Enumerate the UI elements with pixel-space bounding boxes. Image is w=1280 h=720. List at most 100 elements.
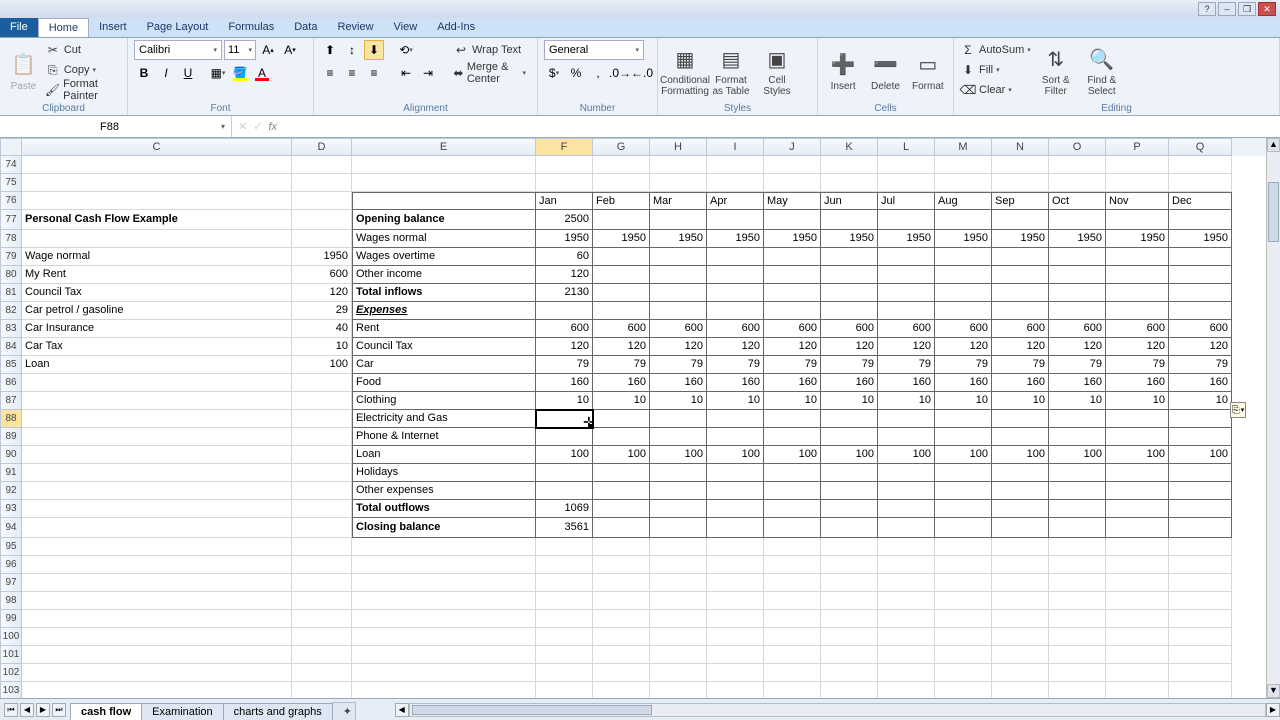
cell[interactable] xyxy=(22,174,292,192)
cell[interactable] xyxy=(935,302,992,320)
cell[interactable]: Jul xyxy=(878,192,935,210)
cell[interactable] xyxy=(935,248,992,266)
fill-button[interactable]: ⬇Fill▾ xyxy=(960,60,1031,80)
cell[interactable] xyxy=(992,556,1049,574)
cell[interactable] xyxy=(1049,266,1106,284)
cell[interactable] xyxy=(536,556,593,574)
cell[interactable] xyxy=(1049,210,1106,230)
restore-button[interactable]: ❐ xyxy=(1238,2,1256,16)
cell[interactable] xyxy=(935,266,992,284)
cell[interactable]: 120 xyxy=(707,338,764,356)
tab-page-layout[interactable]: Page Layout xyxy=(137,18,219,37)
cell[interactable] xyxy=(878,664,935,682)
cell[interactable] xyxy=(536,664,593,682)
cell[interactable] xyxy=(992,156,1049,174)
cell[interactable]: 79 xyxy=(878,356,935,374)
comma-icon[interactable]: , xyxy=(588,63,608,83)
cell[interactable] xyxy=(22,500,292,518)
cell[interactable]: 100 xyxy=(536,446,593,464)
cell[interactable] xyxy=(1169,556,1232,574)
insert-cells-button[interactable]: ➕Insert xyxy=(824,40,862,102)
cell[interactable] xyxy=(1106,518,1169,538)
cell[interactable] xyxy=(992,266,1049,284)
italic-button[interactable]: I xyxy=(156,63,176,83)
cell[interactable]: 10 xyxy=(821,392,878,410)
cell[interactable]: Car Tax xyxy=(22,338,292,356)
cell[interactable] xyxy=(764,266,821,284)
cell[interactable] xyxy=(536,610,593,628)
cell[interactable] xyxy=(992,248,1049,266)
cell-styles-button[interactable]: ▣Cell Styles xyxy=(756,40,798,102)
next-sheet-icon[interactable]: ▶ xyxy=(36,703,50,717)
tab-view[interactable]: View xyxy=(384,18,428,37)
cell[interactable] xyxy=(536,302,593,320)
cell[interactable]: 600 xyxy=(292,266,352,284)
cell[interactable]: 79 xyxy=(1169,356,1232,374)
cell[interactable] xyxy=(1106,574,1169,592)
cell[interactable]: 1069 xyxy=(536,500,593,518)
cell[interactable] xyxy=(22,482,292,500)
cell[interactable]: 160 xyxy=(707,374,764,392)
cell[interactable] xyxy=(1049,464,1106,482)
accounting-icon[interactable]: $▾ xyxy=(544,63,564,83)
cell[interactable]: 29 xyxy=(292,302,352,320)
cell[interactable] xyxy=(1049,482,1106,500)
cell[interactable]: 600 xyxy=(1106,320,1169,338)
scroll-right-icon[interactable]: ▶ xyxy=(1266,703,1280,717)
cell[interactable]: 2130 xyxy=(536,284,593,302)
cell[interactable] xyxy=(22,374,292,392)
cell[interactable] xyxy=(878,464,935,482)
cell[interactable] xyxy=(536,156,593,174)
cell[interactable] xyxy=(1106,538,1169,556)
cell[interactable] xyxy=(1169,156,1232,174)
cell[interactable] xyxy=(22,574,292,592)
scroll-thumb[interactable] xyxy=(1268,182,1279,242)
cell[interactable] xyxy=(992,538,1049,556)
cell[interactable] xyxy=(1049,646,1106,664)
cell[interactable]: 120 xyxy=(992,338,1049,356)
align-right-icon[interactable]: ≡ xyxy=(364,63,384,83)
cell[interactable] xyxy=(1049,156,1106,174)
cell[interactable] xyxy=(992,482,1049,500)
cell[interactable]: 160 xyxy=(593,374,650,392)
cell[interactable] xyxy=(1169,302,1232,320)
cell[interactable] xyxy=(1049,284,1106,302)
cell[interactable]: 100 xyxy=(650,446,707,464)
cell[interactable]: 10 xyxy=(992,392,1049,410)
col-header[interactable]: D xyxy=(292,138,352,156)
cell[interactable]: 600 xyxy=(935,320,992,338)
cell[interactable] xyxy=(935,410,992,428)
align-bottom-icon[interactable]: ⬇ xyxy=(364,40,384,60)
cell[interactable]: Loan xyxy=(352,446,536,464)
col-header[interactable]: P xyxy=(1106,138,1169,156)
cell[interactable]: 79 xyxy=(821,356,878,374)
cancel-icon[interactable]: ✕ xyxy=(238,120,247,133)
cell[interactable]: Wages normal xyxy=(352,230,536,248)
cell[interactable]: Holidays xyxy=(352,464,536,482)
cell[interactable] xyxy=(536,464,593,482)
vertical-scrollbar[interactable]: ▲ ▼ xyxy=(1266,138,1280,698)
find-select-button[interactable]: 🔍Find & Select xyxy=(1081,40,1123,102)
tab-home[interactable]: Home xyxy=(38,18,89,37)
cell[interactable] xyxy=(650,266,707,284)
cell[interactable] xyxy=(1106,248,1169,266)
cell[interactable]: Electricity and Gas xyxy=(352,410,536,428)
cell[interactable] xyxy=(935,210,992,230)
cell[interactable] xyxy=(1106,266,1169,284)
cell[interactable] xyxy=(1049,410,1106,428)
cell[interactable] xyxy=(821,248,878,266)
cell[interactable] xyxy=(764,428,821,446)
prev-sheet-icon[interactable]: ◀ xyxy=(20,703,34,717)
hscroll-thumb[interactable] xyxy=(412,705,652,715)
cell[interactable]: Total inflows xyxy=(352,284,536,302)
cell[interactable] xyxy=(352,664,536,682)
cell[interactable]: Apr xyxy=(707,192,764,210)
cell[interactable]: Council Tax xyxy=(352,338,536,356)
cell[interactable] xyxy=(292,156,352,174)
col-header[interactable]: H xyxy=(650,138,707,156)
first-sheet-icon[interactable]: ⏮ xyxy=(4,703,18,717)
cell[interactable] xyxy=(707,518,764,538)
cell[interactable] xyxy=(764,574,821,592)
paste-button[interactable]: 📋 Paste xyxy=(6,40,41,102)
cell[interactable] xyxy=(707,210,764,230)
